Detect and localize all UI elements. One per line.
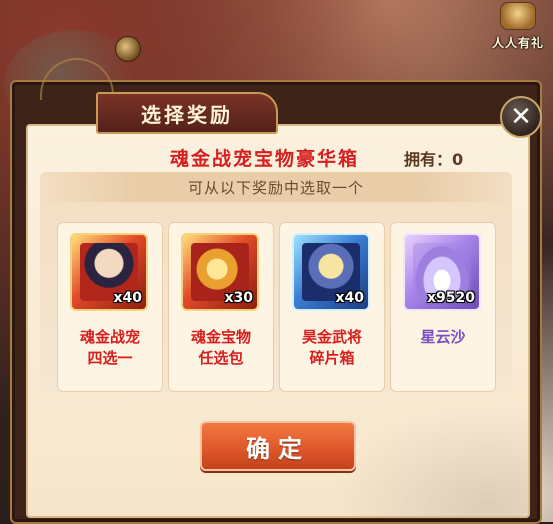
reward-count: x40	[335, 290, 364, 306]
reward-card-general-fragments[interactable]: x40 昊金武将 碎片箱	[279, 222, 385, 392]
owned-count: 拥有：0	[404, 150, 464, 169]
gift-icon	[500, 2, 536, 30]
reward-label: 昊金武将 碎片箱	[301, 328, 362, 367]
chest-name: 魂金战宠宝物豪华箱	[170, 148, 360, 170]
reward-card-treasure-pack[interactable]: x30 魂金宝物 任选包	[168, 222, 274, 392]
dialog-title: 选择奖励	[141, 102, 233, 127]
orb-icon	[115, 36, 141, 62]
confirm-button[interactable]: 确定	[200, 421, 356, 471]
treasure-icon: x30	[181, 233, 259, 311]
reward-card-nebula-sand[interactable]: x9520 星云沙	[390, 222, 496, 392]
close-icon: ✕	[510, 102, 532, 132]
dialog-title-banner: 选择奖励	[96, 92, 278, 134]
ink-wash-decoration	[328, 406, 528, 516]
instruction-text: 可从以下奖励中选取一个	[187, 178, 364, 197]
instruction-bar: 可从以下奖励中选取一个	[40, 172, 512, 202]
reward-label: 魂金战宠 四选一	[79, 328, 140, 367]
pet-portrait-icon: x40	[70, 233, 148, 311]
reward-label: 星云沙	[420, 328, 466, 346]
reward-label: 魂金宝物 任选包	[190, 328, 251, 367]
reward-count: x30	[224, 290, 253, 306]
gift-event-label: 人人有礼	[491, 36, 544, 50]
nebula-sand-icon: x9520	[403, 233, 481, 311]
reward-count: x40	[113, 290, 142, 306]
confirm-label: 确定	[246, 434, 310, 463]
reward-card-pet-choice[interactable]: x40 魂金战宠 四选一	[57, 222, 163, 392]
reward-count: x9520	[427, 290, 475, 306]
general-fragment-icon: x40	[292, 233, 370, 311]
gift-event-button[interactable]: 人人有礼	[489, 0, 547, 60]
close-button[interactable]: ✕	[500, 96, 542, 138]
